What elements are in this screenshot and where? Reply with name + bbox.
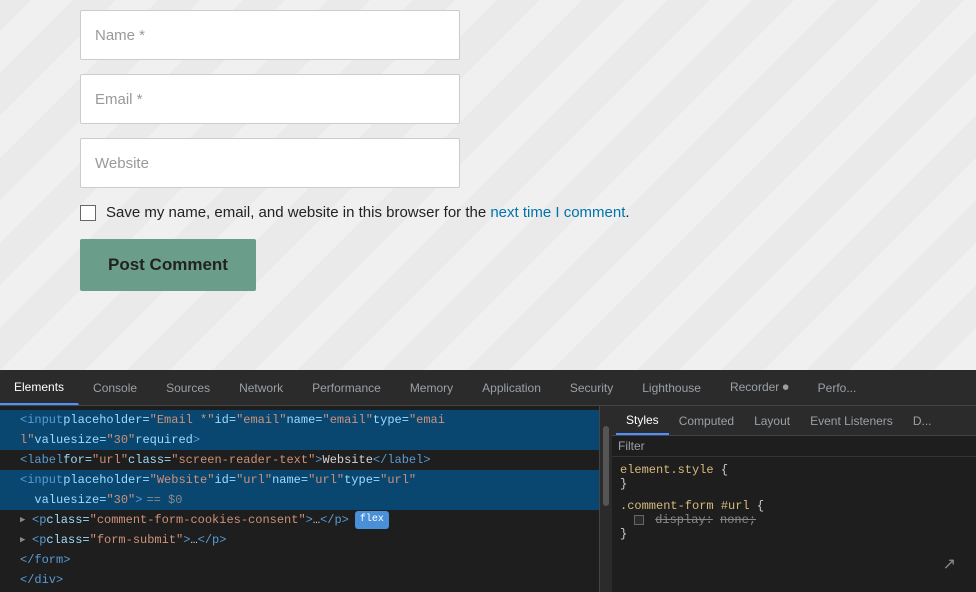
html-line-7[interactable]: ▶ <p class="form-submit" > … </p> <box>0 530 599 550</box>
name-input[interactable]: Name * <box>80 10 460 60</box>
filter-label: Filter <box>618 439 645 453</box>
tab-perf-insights[interactable]: Perfo... <box>804 370 872 405</box>
flex-badge: flex <box>355 511 389 529</box>
html-line-2[interactable]: l" value size="30" required> <box>0 430 599 450</box>
checkbox-label: Save my name, email, and website in this… <box>106 204 630 221</box>
styles-filter-bar: Filter <box>612 436 976 457</box>
tab-elements[interactable]: Elements <box>0 370 79 405</box>
styles-rules-area: element.style { } .comment-form #url { <box>612 457 976 592</box>
css-prop-checkbox[interactable] <box>634 515 644 525</box>
html-line-6[interactable]: ▶ <p class="comment-form-cookies-consent… <box>0 510 599 530</box>
save-info-row: Save my name, email, and website in this… <box>80 204 630 221</box>
html-line-8[interactable]: </form> <box>0 550 599 570</box>
tab-performance[interactable]: Performance <box>298 370 396 405</box>
tab-application[interactable]: Application <box>468 370 556 405</box>
html-line-5[interactable]: value size="30" > == $0 <box>0 490 599 510</box>
tab-memory[interactable]: Memory <box>396 370 468 405</box>
html-panel[interactable]: <input placeholder="Email *" id="email" … <box>0 406 600 592</box>
tab-console[interactable]: Console <box>79 370 152 405</box>
tab-sources[interactable]: Sources <box>152 370 225 405</box>
css-rule-selector-2: .comment-form #url { <box>620 499 968 513</box>
tab-lighthouse[interactable]: Lighthouse <box>628 370 716 405</box>
tab-security[interactable]: Security <box>556 370 628 405</box>
checkbox-link[interactable]: next time I comment <box>490 204 625 221</box>
css-selector-text: element.style <box>620 463 714 477</box>
tab-recorder[interactable]: Recorder ⏺ <box>716 370 804 405</box>
styles-tabs-bar: Styles Computed Layout Event Listeners D… <box>612 406 976 436</box>
styles-tab-styles[interactable]: Styles <box>616 406 669 435</box>
css-rule-comment-form-url: .comment-form #url { display: none; } <box>620 499 968 541</box>
website-input[interactable]: Website <box>80 138 460 188</box>
styles-tab-event-listeners[interactable]: Event Listeners <box>800 406 903 435</box>
css-prop-value: none; <box>720 513 756 527</box>
css-prop-name: display: <box>655 513 713 527</box>
styles-tab-layout[interactable]: Layout <box>744 406 800 435</box>
devtools-panel: Elements Console Sources Network Perform… <box>0 370 976 592</box>
html-line-4[interactable]: <input placeholder="Website" id="url" na… <box>0 470 599 490</box>
css-property-row: display: none; <box>620 513 968 527</box>
html-scrollbar[interactable] <box>600 406 612 592</box>
styles-tab-d[interactable]: D... <box>903 406 942 435</box>
devtools-content-area: <input placeholder="Email *" id="email" … <box>0 406 976 592</box>
css-selector-2-text: .comment-form #url <box>620 499 750 513</box>
tab-network[interactable]: Network <box>225 370 298 405</box>
css-rule-close-1: } <box>620 477 968 491</box>
html-line-3[interactable]: <label for="url" class="screen-reader-te… <box>0 450 599 470</box>
css-rule-close-2: } <box>620 527 968 541</box>
css-rule-element-style: element.style { } <box>620 463 968 491</box>
styles-panel: Styles Computed Layout Event Listeners D… <box>612 406 976 592</box>
page-preview: Name * Email * Website Save my name, ema… <box>0 0 976 370</box>
html-line-1[interactable]: <input placeholder="Email *" id="email" … <box>0 410 599 430</box>
html-line-9[interactable]: </div> <box>0 570 599 590</box>
cursor-indicator: ↗ <box>943 554 956 574</box>
save-info-checkbox[interactable] <box>80 205 96 221</box>
scrollbar-thumb[interactable] <box>603 426 609 506</box>
devtools-tabs-bar: Elements Console Sources Network Perform… <box>0 370 976 406</box>
post-comment-button[interactable]: Post Comment <box>80 239 256 291</box>
styles-tab-computed[interactable]: Computed <box>669 406 744 435</box>
css-rule-selector-1: element.style { <box>620 463 968 477</box>
email-input[interactable]: Email * <box>80 74 460 124</box>
